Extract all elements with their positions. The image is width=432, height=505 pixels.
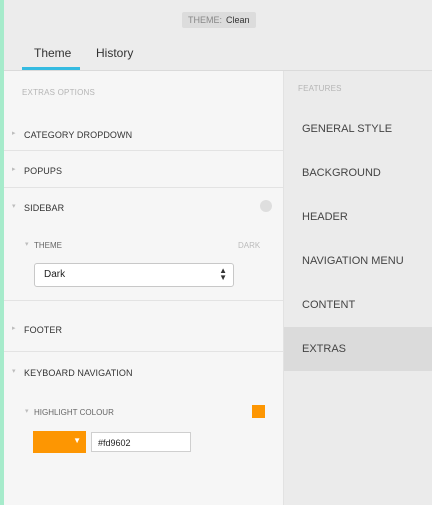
option-footer[interactable]: ▸ FOOTER bbox=[4, 301, 283, 352]
extras-options-caption: EXTRAS OPTIONS bbox=[22, 88, 96, 97]
feature-content[interactable]: CONTENT bbox=[284, 283, 432, 327]
feature-label: BACKGROUND bbox=[302, 167, 381, 179]
option-label: FOOTER bbox=[24, 325, 63, 335]
select-value: Dark bbox=[44, 269, 66, 280]
highlight-colour-hex-input[interactable]: #fd9602 bbox=[91, 432, 191, 452]
theme-badge: THEME: Clean bbox=[182, 12, 256, 28]
feature-label: NAVIGATION MENU bbox=[302, 255, 404, 267]
tab-history[interactable]: History bbox=[96, 46, 133, 60]
sidebar-theme-select[interactable]: Dark ▲ ▼ bbox=[34, 263, 234, 287]
features-caption: FEATURES bbox=[298, 84, 342, 93]
theme-badge-key: THEME: bbox=[188, 15, 223, 25]
theme-badge-value: Clean bbox=[226, 15, 250, 25]
feature-background[interactable]: BACKGROUND bbox=[284, 151, 432, 195]
feature-header[interactable]: HEADER bbox=[284, 195, 432, 239]
sidebar-theme-current-tag: DARK bbox=[238, 241, 261, 250]
caret-right-icon: ▸ bbox=[12, 130, 16, 137]
option-label[interactable]: SIDEBAR bbox=[24, 203, 64, 213]
highlight-colour-swatch bbox=[252, 405, 265, 418]
option-label[interactable]: KEYBOARD NAVIGATION bbox=[24, 368, 133, 378]
feature-extras[interactable]: EXTRAS bbox=[284, 327, 432, 371]
sidebar-theme-label: THEME bbox=[34, 241, 62, 250]
sidebar-toggle[interactable] bbox=[260, 200, 272, 212]
feature-general-style[interactable]: GENERAL STYLE bbox=[284, 107, 432, 151]
feature-label: GENERAL STYLE bbox=[302, 123, 393, 135]
feature-navigation-menu[interactable]: NAVIGATION MENU bbox=[284, 239, 432, 283]
feature-label: EXTRAS bbox=[302, 343, 347, 355]
app-window: THEME: Clean Theme History EXTRAS OPTIONS… bbox=[4, 0, 432, 505]
tab-bar: Theme History bbox=[4, 33, 432, 71]
active-tab-indicator bbox=[22, 67, 80, 70]
highlight-colour-picker-button[interactable]: ▼ bbox=[33, 431, 86, 453]
features-panel: FEATURES GENERAL STYLE BACKGROUND HEADER… bbox=[284, 71, 432, 505]
caret-down-icon: ▾ bbox=[25, 241, 29, 248]
option-label: CATEGORY DROPDOWN bbox=[24, 130, 133, 140]
caret-down-icon[interactable]: ▾ bbox=[12, 202, 16, 210]
caret-right-icon: ▸ bbox=[12, 166, 16, 173]
caret-down-icon[interactable]: ▾ bbox=[12, 367, 16, 375]
title-bar: THEME: Clean bbox=[4, 0, 432, 33]
option-sidebar: ▾ SIDEBAR ▾ THEME DARK Dark ▲ ▼ bbox=[4, 188, 283, 301]
chevron-down-icon: ▼ bbox=[73, 436, 81, 445]
option-keyboard-navigation: ▾ KEYBOARD NAVIGATION ▾ HIGHLIGHT COLOUR… bbox=[4, 352, 283, 505]
tab-theme[interactable]: Theme bbox=[34, 46, 71, 60]
select-arrows-icon: ▲ ▼ bbox=[219, 266, 227, 282]
caret-down-icon: ▾ bbox=[25, 408, 29, 415]
option-popups[interactable]: ▸ POPUPS bbox=[4, 151, 283, 188]
feature-label: CONTENT bbox=[302, 299, 356, 311]
extras-options-panel: EXTRAS OPTIONS ▸ CATEGORY DROPDOWN ▸ POP… bbox=[4, 71, 284, 505]
highlight-colour-label: HIGHLIGHT COLOUR bbox=[34, 408, 114, 417]
caret-right-icon: ▸ bbox=[12, 325, 16, 332]
option-category-dropdown[interactable]: ▸ CATEGORY DROPDOWN bbox=[4, 116, 283, 151]
option-label: POPUPS bbox=[24, 166, 63, 176]
feature-label: HEADER bbox=[302, 211, 348, 223]
